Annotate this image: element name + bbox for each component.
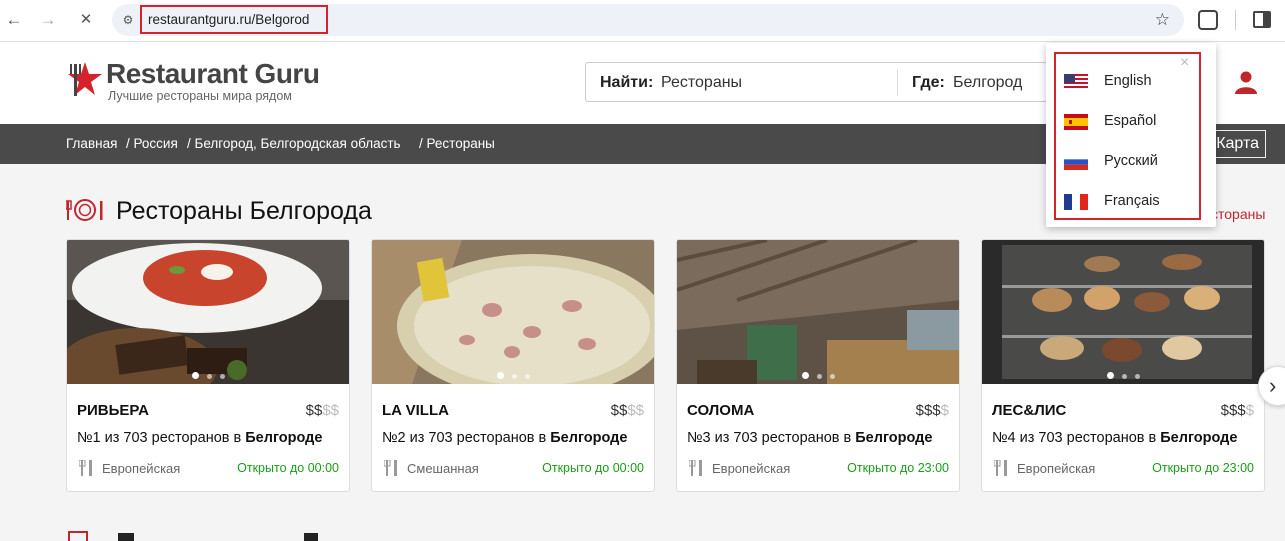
opening-hours: Открыто до 00:00 xyxy=(237,461,339,475)
site-info-icon[interactable]: ⚙ xyxy=(120,12,136,28)
restaurant-card[interactable]: СОЛОМА $$$$ №3 из 703 ресторанов в Белго… xyxy=(676,239,960,492)
language-option-spanish[interactable]: Español xyxy=(1064,111,1194,133)
restaurant-name[interactable]: СОЛОМА xyxy=(687,402,754,419)
forward-button[interactable]: → xyxy=(38,10,58,30)
es-flag-icon xyxy=(1064,114,1088,130)
search-find-input[interactable]: Рестораны xyxy=(661,74,742,92)
us-flag-icon xyxy=(1064,74,1088,90)
opening-hours: Открыто до 00:00 xyxy=(542,461,644,475)
restaurant-card[interactable]: ЛЕС&ЛИС $$$$ №4 из 703 ресторанов в Белг… xyxy=(981,239,1265,492)
search-divider xyxy=(897,69,898,96)
restaurant-rank: №2 из 703 ресторанов в Белгороде xyxy=(382,430,628,446)
restaurant-name[interactable]: LA VILLA xyxy=(382,402,449,419)
price-level: $$$$ xyxy=(305,402,339,419)
toolbar-divider xyxy=(1235,10,1236,30)
browser-toolbar: ← → ✕ ⚙ restaurantguru.ru/Belgorod ☆ xyxy=(0,0,1285,42)
breadcrumb-home[interactable]: Главная xyxy=(66,136,117,151)
cutlery-icon xyxy=(689,460,702,476)
cutlery-icon xyxy=(79,460,92,476)
language-option-english[interactable]: English xyxy=(1064,71,1194,93)
extensions-icon[interactable] xyxy=(1198,10,1218,30)
fr-flag-icon xyxy=(1064,194,1088,210)
restaurant-card[interactable]: РИВЬЕРА $$$$ №1 из 703 ресторанов в Белг… xyxy=(66,239,350,492)
address-bar[interactable]: ⚙ restaurantguru.ru/Belgorod ☆ xyxy=(112,4,1184,36)
cuisine-type: Европейская xyxy=(712,461,791,476)
cuisine-type: Смешанная xyxy=(407,461,479,476)
restaurant-card[interactable]: LA VILLA $$$$ №2 из 703 ресторанов в Бел… xyxy=(371,239,655,492)
price-level: $$$$ xyxy=(915,402,949,419)
plate-cutlery-icon xyxy=(66,199,103,221)
language-label: English xyxy=(1104,73,1152,89)
price-level: $$$$ xyxy=(1220,402,1254,419)
restaurant-name[interactable]: РИВЬЕРА xyxy=(77,402,149,419)
breadcrumb-restaurants: / Рестораны xyxy=(419,136,495,151)
restaurant-rank: №3 из 703 ресторанов в Белгороде xyxy=(687,430,933,446)
opening-hours: Открыто до 23:00 xyxy=(1152,461,1254,475)
next-section-icon xyxy=(68,531,88,541)
restaurant-photo[interactable] xyxy=(677,240,960,384)
restaurant-name[interactable]: ЛЕС&ЛИС xyxy=(992,402,1066,419)
restaurant-rank: №4 из 703 ресторанов в Белгороде xyxy=(992,430,1238,446)
ru-flag-icon xyxy=(1064,154,1088,170)
cutlery-icon xyxy=(994,460,1007,476)
logo-title[interactable]: Restaurant Guru xyxy=(106,58,320,90)
cuisine-type: Европейская xyxy=(1017,461,1096,476)
language-menu: × English Español Русский Français xyxy=(1046,43,1216,227)
breadcrumb-belgorod[interactable]: / Белгород, Белгородская область xyxy=(187,136,401,151)
language-label: Français xyxy=(1104,193,1160,209)
cutlery-icon xyxy=(384,460,397,476)
breadcrumb-russia[interactable]: / Россия xyxy=(126,136,178,151)
restaurant-photo[interactable] xyxy=(372,240,655,384)
stop-loading-button[interactable]: ✕ xyxy=(76,10,96,30)
search-where-label: Где: xyxy=(912,74,945,91)
logo-tagline: Лучшие рестораны мира рядом xyxy=(108,89,292,103)
search-bar[interactable]: Найти: Рестораны Где: Белгород xyxy=(585,62,1055,102)
next-section-title-fragment xyxy=(118,533,134,541)
restaurant-guru-logo-icon[interactable] xyxy=(66,60,104,100)
user-account-icon[interactable] xyxy=(1234,70,1258,94)
close-icon[interactable]: × xyxy=(1180,55,1189,71)
bookmark-star-icon[interactable]: ☆ xyxy=(1155,10,1170,30)
restaurant-photo[interactable] xyxy=(67,240,350,384)
language-option-russian[interactable]: Русский xyxy=(1064,151,1194,173)
all-restaurants-link[interactable]: стораны xyxy=(1211,206,1265,222)
back-button[interactable]: ← xyxy=(4,10,24,30)
restaurant-rank: №1 из 703 ресторанов в Белгороде xyxy=(77,430,323,446)
search-find-label: Найти: xyxy=(600,74,654,91)
section-title: Рестораны Белгорода xyxy=(116,197,372,225)
url-text[interactable]: restaurantguru.ru/Belgorod xyxy=(140,5,328,34)
language-label: Русский xyxy=(1104,153,1158,169)
restaurant-photo[interactable] xyxy=(982,240,1265,384)
search-where-input[interactable]: Белгород xyxy=(953,74,1022,92)
cuisine-type: Европейская xyxy=(102,461,181,476)
next-section-title-fragment xyxy=(304,533,318,541)
side-panel-icon[interactable] xyxy=(1253,11,1271,28)
language-label: Español xyxy=(1104,113,1157,129)
language-option-french[interactable]: Français xyxy=(1064,191,1194,213)
opening-hours: Открыто до 23:00 xyxy=(847,461,949,475)
price-level: $$$$ xyxy=(610,402,644,419)
